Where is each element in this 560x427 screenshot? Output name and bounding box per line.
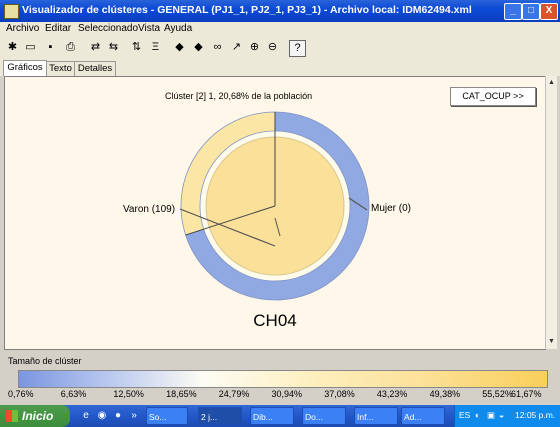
app-icon xyxy=(4,4,19,19)
start-label: Inicio xyxy=(22,409,54,423)
windows-flag-icon xyxy=(6,410,18,422)
tab-texto[interactable]: Texto xyxy=(46,61,75,76)
legend-tick: 37,08% xyxy=(324,389,355,399)
legend-tick: 12,50% xyxy=(113,389,144,399)
tab-strip: Gráficos Texto Detalles xyxy=(0,59,560,76)
legend-tick: 49,38% xyxy=(429,389,461,399)
menu-ayuda[interactable]: Ayuda xyxy=(164,23,192,34)
arrow-left-icon[interactable]: ◆ xyxy=(172,40,187,55)
menu-bar: Archivo Editar Seleccionado Vista Ayuda xyxy=(0,22,560,37)
task-1[interactable]: So... xyxy=(146,407,188,425)
zoom-out-icon[interactable]: ⊖ xyxy=(265,40,280,55)
chart-title: CH04 xyxy=(253,311,297,330)
window-title: Visualizador de clústeres - GENERAL (PJ1… xyxy=(22,4,472,16)
menu-vista[interactable]: Vista xyxy=(138,23,160,34)
start-button[interactable]: Inicio xyxy=(0,405,70,427)
menu-seleccionado[interactable]: Seleccionado xyxy=(78,23,138,34)
legend-tick: 30,94% xyxy=(271,389,303,399)
series-label-varon: Varon (109) xyxy=(123,204,176,215)
legend-gradient xyxy=(18,370,548,388)
tray-network-icon[interactable]: ◐ xyxy=(475,410,480,420)
pie-chart xyxy=(179,111,370,301)
legend-tick: 43,23% xyxy=(376,389,408,399)
title-bar: Visualizador de clústeres - GENERAL (PJ1… xyxy=(0,0,560,22)
system-tray: ES ◐ ▣ ◒ 12:05 p.m. xyxy=(454,405,560,427)
new-icon[interactable]: ✱ xyxy=(5,40,20,55)
legend-ticks: 0,76% 6,63% 12,50% 18,65% 24,79% 30,94% 37,08%… xyxy=(0,389,560,401)
scroll-down-icon[interactable]: ▼ xyxy=(546,336,557,347)
binoculars-icon[interactable]: ∞ xyxy=(210,40,225,55)
print-icon[interactable]: ⎙ xyxy=(63,40,78,55)
series-label-mujer: Mujer (0) xyxy=(371,203,412,214)
legend-tick: 0,76% xyxy=(8,389,34,399)
tray-language[interactable]: ES xyxy=(459,410,470,420)
sort-icon[interactable]: ⇅ xyxy=(129,40,144,55)
task-3[interactable]: Dib... xyxy=(250,407,294,425)
tab-detalles[interactable]: Detalles xyxy=(74,61,116,76)
ie-icon[interactable]: e xyxy=(80,410,92,422)
chart-panel: Clúster [2] 1, 20,68% de la población CA… xyxy=(4,76,546,350)
task-5[interactable]: Inf... xyxy=(354,407,398,425)
clock: 12:05 p.m. xyxy=(515,410,556,420)
filter-icon[interactable]: Ξ xyxy=(148,40,163,55)
legend-tick: 61,67% xyxy=(511,389,542,399)
legend-tick: 6,63% xyxy=(60,389,87,399)
save-icon[interactable]: ▪ xyxy=(43,40,58,55)
more-icon[interactable]: » xyxy=(128,410,140,422)
pointer-icon[interactable]: ↗ xyxy=(229,40,244,55)
task-6[interactable]: Ad... xyxy=(401,407,445,425)
arrow-right-icon[interactable]: ◆ xyxy=(191,40,206,55)
swap-icon[interactable]: ⇄ xyxy=(88,40,103,55)
tray-app-icon[interactable]: ▣ xyxy=(487,410,495,421)
legend-title: Tamaño de clúster xyxy=(8,356,82,366)
tray-volume-icon[interactable]: ◒ xyxy=(499,410,504,420)
task-2[interactable]: 2 j... xyxy=(198,407,242,425)
maximize-button[interactable]: □ xyxy=(522,3,540,20)
toolbar: ✱ ▭ ▪ ⎙ ⇄ ⇆ ⇅ Ξ ◆ ◆ ∞ ↗ ⊕ ⊖ ? xyxy=(0,37,560,60)
taskbar: Inicio e ◉ ● » So... 2 j... Dib... Do...… xyxy=(0,405,560,427)
outlook-icon[interactable]: ◉ xyxy=(96,410,108,422)
open-icon[interactable]: ▭ xyxy=(23,40,38,55)
firefox-icon[interactable]: ● xyxy=(112,410,124,422)
minimize-button[interactable]: _ xyxy=(504,3,522,20)
legend-tick: 24,79% xyxy=(218,389,250,399)
back-forward-icon[interactable]: ⇆ xyxy=(106,40,121,55)
zoom-in-icon[interactable]: ⊕ xyxy=(247,40,262,55)
vertical-scrollbar[interactable]: ▲ ▼ xyxy=(545,76,557,349)
scroll-up-icon[interactable]: ▲ xyxy=(546,77,557,88)
task-4[interactable]: Do... xyxy=(302,407,346,425)
legend-tick: 18,65% xyxy=(166,389,197,399)
menu-archivo[interactable]: Archivo xyxy=(6,23,39,34)
menu-editar[interactable]: Editar xyxy=(45,23,71,34)
tab-graficos[interactable]: Gráficos xyxy=(3,60,47,76)
help-icon[interactable]: ? xyxy=(289,40,306,57)
legend-tick: 55,52% xyxy=(482,389,513,399)
close-button[interactable]: X xyxy=(540,3,558,20)
